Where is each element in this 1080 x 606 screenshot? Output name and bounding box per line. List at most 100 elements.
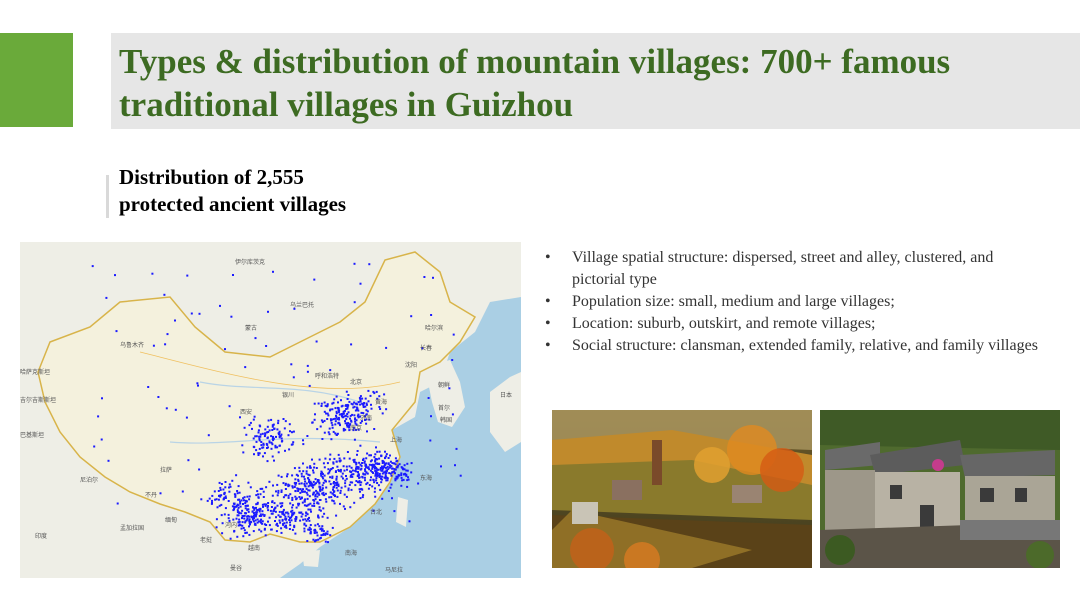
village-dot bbox=[322, 491, 325, 494]
village-dot bbox=[211, 499, 213, 502]
village-dot bbox=[243, 496, 246, 499]
village-dot bbox=[242, 515, 245, 517]
village-dot bbox=[359, 490, 361, 493]
village-dot bbox=[373, 481, 376, 484]
village-dot bbox=[323, 401, 326, 404]
village-dot bbox=[330, 419, 333, 422]
village-dot bbox=[267, 446, 269, 449]
village-dot bbox=[313, 278, 316, 281]
village-dot bbox=[324, 540, 327, 543]
village-dot bbox=[273, 427, 276, 430]
village-dot bbox=[306, 466, 309, 469]
village-dot bbox=[387, 463, 390, 466]
village-dot bbox=[255, 513, 258, 515]
village-dot bbox=[261, 503, 264, 506]
village-dot bbox=[308, 526, 311, 529]
village-dot bbox=[251, 510, 254, 513]
village-dot bbox=[259, 433, 262, 436]
village-dot bbox=[282, 508, 285, 511]
village-dot bbox=[190, 312, 193, 315]
village-dot bbox=[261, 487, 264, 490]
village-dot bbox=[308, 478, 311, 481]
village-dot bbox=[358, 461, 361, 464]
village-dot bbox=[255, 511, 258, 514]
village-dot bbox=[308, 480, 310, 483]
village-dot bbox=[389, 460, 392, 463]
village-dot bbox=[220, 503, 223, 506]
village-dot bbox=[238, 498, 241, 501]
village-dot bbox=[339, 468, 342, 471]
village-dot bbox=[402, 468, 405, 471]
label-bangkok: 曼谷 bbox=[230, 564, 242, 572]
label-mongolia: 蒙古 bbox=[245, 324, 257, 332]
village-dot bbox=[319, 536, 322, 539]
village-dot bbox=[244, 532, 247, 534]
village-dot bbox=[403, 473, 406, 476]
village-dot bbox=[265, 442, 268, 445]
village-dot bbox=[319, 425, 322, 428]
village-dot bbox=[313, 491, 316, 494]
village-dot bbox=[375, 477, 378, 480]
village-dot bbox=[306, 497, 309, 500]
village-dot bbox=[275, 435, 277, 438]
village-dot bbox=[174, 319, 176, 322]
village-dot bbox=[329, 534, 332, 537]
village-dot bbox=[255, 440, 258, 443]
village-dot bbox=[217, 490, 220, 492]
village-dot bbox=[347, 411, 350, 414]
village-dot bbox=[313, 502, 316, 505]
village-dot bbox=[323, 466, 326, 469]
land-hainan bbox=[302, 550, 320, 567]
village-dot bbox=[320, 405, 323, 407]
village-dot bbox=[101, 397, 103, 400]
village-dot bbox=[373, 428, 376, 430]
village-dot bbox=[246, 495, 249, 498]
village-dot bbox=[224, 481, 227, 483]
village-dot bbox=[271, 455, 274, 458]
village-dot bbox=[344, 404, 347, 407]
village-dot bbox=[315, 340, 318, 343]
village-dot bbox=[271, 429, 274, 431]
village-dot bbox=[367, 389, 370, 392]
village-dot bbox=[336, 406, 339, 409]
village-dot bbox=[185, 416, 188, 419]
village-dot bbox=[380, 477, 382, 480]
village-dot bbox=[287, 496, 290, 499]
village-dot bbox=[303, 527, 306, 530]
village-dot bbox=[374, 469, 377, 472]
village-dot bbox=[265, 345, 268, 347]
village-dot bbox=[335, 410, 338, 413]
village-dot bbox=[370, 454, 372, 457]
village-dot bbox=[318, 506, 321, 509]
village-dot bbox=[257, 493, 259, 496]
label-bangladesh: 孟加拉国 bbox=[120, 524, 144, 532]
village-dot bbox=[391, 497, 393, 500]
village-dot bbox=[378, 475, 381, 478]
village-dot bbox=[250, 515, 253, 518]
village-dot bbox=[375, 446, 377, 449]
village-dot bbox=[281, 502, 284, 505]
village-dot bbox=[348, 483, 351, 486]
village-dot bbox=[347, 489, 350, 492]
village-dot bbox=[313, 531, 316, 534]
village-dot bbox=[248, 521, 251, 524]
village-dot bbox=[383, 393, 386, 396]
village-dot bbox=[270, 447, 273, 450]
village-dot bbox=[375, 479, 378, 482]
village-dot bbox=[331, 492, 334, 495]
village-dot bbox=[370, 407, 373, 410]
village-dot bbox=[277, 422, 280, 425]
village-dot bbox=[228, 405, 231, 408]
village-dot bbox=[341, 416, 344, 419]
village-dot bbox=[273, 502, 276, 505]
village-dot bbox=[288, 423, 291, 426]
village-dot bbox=[220, 483, 223, 485]
village-dot bbox=[373, 456, 376, 459]
village-dot bbox=[258, 515, 261, 517]
village-dot bbox=[328, 471, 331, 474]
village-dot bbox=[211, 502, 213, 504]
village-dot bbox=[253, 446, 256, 449]
village-dot bbox=[306, 493, 309, 496]
village-dot bbox=[270, 506, 273, 508]
village-dot bbox=[372, 472, 375, 474]
